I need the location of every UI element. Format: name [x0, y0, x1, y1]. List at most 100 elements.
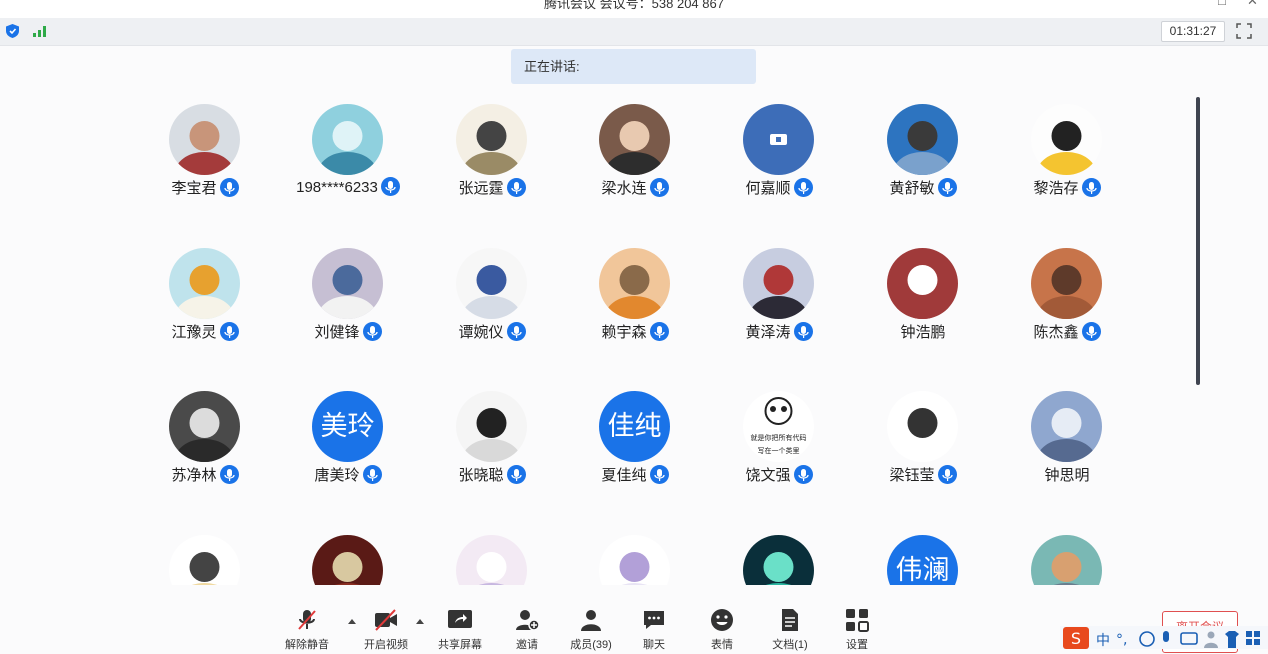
- participant-tile[interactable]: 黎浩存: [997, 94, 1137, 204]
- share-screen-button[interactable]: 共享屏幕: [425, 608, 495, 652]
- participant-name-text: 刘健锋: [314, 324, 360, 341]
- unmute-button[interactable]: 解除静音: [272, 608, 342, 652]
- participant-name: 江豫灵: [135, 321, 275, 342]
- participant-tile[interactable]: 伟澜: [853, 525, 993, 585]
- participant-name-text: 黄舒敏: [889, 180, 935, 197]
- mic-icon: [937, 178, 957, 197]
- participant-name-text: 夏佳纯: [601, 467, 647, 484]
- participant-tile[interactable]: 梁钰莹: [853, 381, 993, 491]
- window-title: 腾讯会议 会议号：538 204 867: [544, 0, 724, 11]
- participant-tile[interactable]: 钟浩鹏: [853, 238, 993, 348]
- avatar-image: [887, 391, 958, 462]
- participant-tile[interactable]: [135, 525, 275, 585]
- add-user-icon: [516, 610, 539, 631]
- participant-tile[interactable]: 陈杰鑫: [997, 238, 1137, 348]
- ime-icons: S 中 °,: [1063, 627, 1260, 649]
- window-titlebar: 腾讯会议 会议号：538 204 867 □ ✕: [0, 0, 1268, 18]
- participant-tile[interactable]: 谭婉仪: [422, 238, 562, 348]
- participant-name-text: 黄泽涛: [745, 324, 791, 341]
- participant-tile[interactable]: 苏净林: [135, 381, 275, 491]
- participant-name: 钟浩鹏: [853, 321, 993, 342]
- mic-icon: [506, 178, 526, 197]
- voice-icon: [1163, 631, 1169, 642]
- participant-tile[interactable]: 刘健锋: [278, 238, 418, 348]
- participant-name: 梁钰莹: [853, 464, 993, 485]
- avatar-image: [1031, 391, 1102, 462]
- reactions-label: 表情: [711, 639, 733, 651]
- close-icon[interactable]: ✕: [1247, 0, 1258, 9]
- mic-icon: [219, 465, 239, 484]
- smiley-icon: [711, 609, 733, 631]
- participant-tile[interactable]: [422, 525, 562, 585]
- participant-tile[interactable]: 张远霆: [422, 94, 562, 204]
- avatar-image: [456, 104, 527, 175]
- members-button[interactable]: 成员(39): [556, 608, 626, 652]
- avatar-image: [743, 535, 814, 585]
- participant-name: 黄舒敏: [853, 177, 993, 198]
- participant-tile[interactable]: [997, 525, 1137, 585]
- participant-tile[interactable]: 江豫灵: [135, 238, 275, 348]
- participant-tile[interactable]: 何嘉顺: [709, 94, 849, 204]
- participant-tile[interactable]: 钟思明: [997, 381, 1137, 491]
- participant-name: 唐美玲: [278, 464, 418, 485]
- participant-name-text: 张晓聪: [458, 467, 504, 484]
- network-signal-icon[interactable]: [32, 25, 48, 37]
- avatar-image: [1031, 535, 1102, 585]
- grid-scrollbar[interactable]: [1196, 97, 1200, 385]
- start-video-button[interactable]: 开启视频: [351, 608, 421, 652]
- ime-toolbar: S 中 °,: [1060, 626, 1268, 649]
- mic-icon: [506, 322, 526, 341]
- participant-name: 张远霆: [422, 177, 562, 198]
- participant-name: 李宝君: [135, 177, 275, 198]
- text-avatar: 佳纯: [599, 391, 670, 462]
- reactions-button[interactable]: 表情: [687, 608, 757, 652]
- participant-name: 张晓聪: [422, 464, 562, 485]
- restore-icon[interactable]: □: [1218, 0, 1226, 8]
- participant-tile[interactable]: 张晓聪: [422, 381, 562, 491]
- avatar-image: [456, 248, 527, 319]
- avatar-image: [312, 104, 383, 175]
- settings-button[interactable]: 设置: [822, 608, 892, 652]
- chat-label: 聊天: [643, 639, 665, 651]
- participant-tile[interactable]: 美玲 唐美玲: [278, 381, 418, 491]
- participant-tile[interactable]: 赖宇森: [565, 238, 705, 348]
- avatar-image: [887, 104, 958, 175]
- participant-name-text: 梁钰莹: [889, 467, 935, 484]
- mic-muted-icon: [298, 610, 316, 630]
- participant-tile[interactable]: 佳纯 夏佳纯: [565, 381, 705, 491]
- participant-name-text: 谭婉仪: [458, 324, 504, 341]
- mic-icon: [793, 465, 813, 484]
- mic-icon: [1081, 178, 1101, 197]
- meeting-timer: 01:31:27: [1161, 21, 1225, 42]
- participant-tile[interactable]: [565, 525, 705, 585]
- svg-text:中: 中: [1096, 633, 1110, 649]
- mic-icon: [793, 178, 813, 197]
- settings-grid-icon: [846, 609, 869, 632]
- participant-tile[interactable]: 黄舒敏: [853, 94, 993, 204]
- avatar-image: 就是你把所有代码 写在一个类里: [743, 391, 814, 462]
- participant-name: 梁水连: [565, 177, 705, 198]
- fullscreen-icon[interactable]: [1236, 23, 1252, 39]
- participant-tile[interactable]: 198****6233: [278, 94, 418, 204]
- video-options-chevron-icon[interactable]: [415, 617, 425, 625]
- avatar-image: [312, 535, 383, 585]
- avatar-image: [456, 391, 527, 462]
- avatar-image: [599, 535, 670, 585]
- svg-text:S: S: [1071, 629, 1081, 648]
- chat-button[interactable]: 聊天: [619, 608, 689, 652]
- participant-name: 陈杰鑫: [997, 321, 1137, 342]
- participant-tile[interactable]: 黄泽涛: [709, 238, 849, 348]
- participant-tile[interactable]: 就是你把所有代码 写在一个类里 饶文强: [709, 381, 849, 491]
- participant-tile[interactable]: 梁水连: [565, 94, 705, 204]
- participant-name: 何嘉顺: [709, 177, 849, 198]
- participant-tile[interactable]: 李宝君: [135, 94, 275, 204]
- avatar-image: [169, 391, 240, 462]
- participant-tile[interactable]: [278, 525, 418, 585]
- camera-off-icon: [375, 609, 397, 631]
- security-shield-icon[interactable]: [6, 24, 19, 38]
- participant-tile[interactable]: [709, 525, 849, 585]
- mic-icon: [937, 465, 957, 484]
- docs-button[interactable]: 文档(1): [755, 608, 825, 652]
- mic-icon: [1081, 322, 1101, 341]
- invite-button[interactable]: 邀请: [492, 608, 562, 652]
